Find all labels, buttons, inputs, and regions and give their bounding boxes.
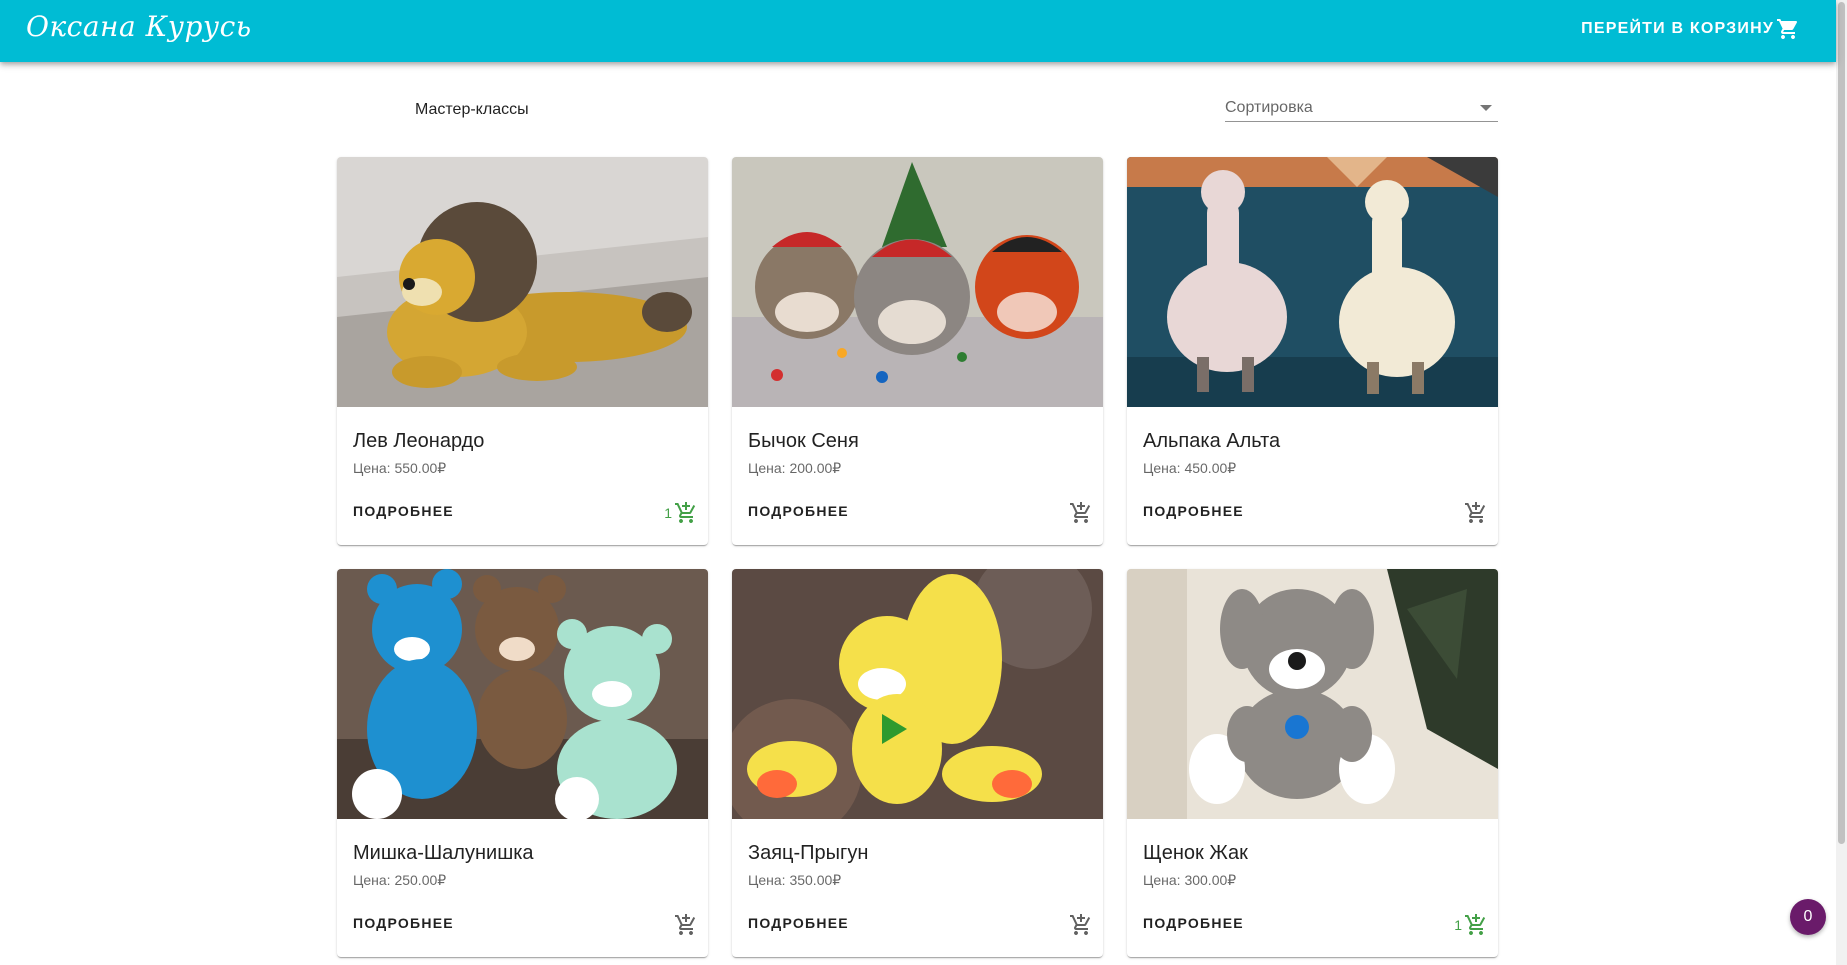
product-image-lion[interactable] (337, 157, 708, 407)
add-shopping-cart-icon (1070, 914, 1091, 935)
product-image-bears[interactable] (337, 569, 708, 819)
sort-select[interactable]: Сортировка (1225, 93, 1498, 122)
site-logo[interactable]: Оксана Курусь (26, 10, 252, 43)
product-card: Заяц-Прыгун Цена: 350.00₽ Подробнее (732, 569, 1103, 957)
go-to-cart-button[interactable]: Перейти в корзину (1581, 17, 1800, 41)
page-scrollbar[interactable] (1836, 0, 1847, 965)
details-button[interactable]: Подробнее (1135, 497, 1252, 525)
add-to-cart-button[interactable]: 1 (664, 501, 698, 525)
product-image-bull[interactable] (732, 157, 1103, 407)
product-title: Альпака Альта (1143, 430, 1281, 452)
product-price: Цена: 550.00₽ (353, 460, 447, 476)
product-image-puppy[interactable] (1127, 569, 1498, 819)
product-card: Щенок Жак Цена: 300.00₽ Подробнее 1 (1127, 569, 1498, 957)
add-shopping-cart-icon (1465, 914, 1486, 935)
product-price: Цена: 450.00₽ (1143, 460, 1237, 476)
details-button[interactable]: Подробнее (345, 909, 462, 937)
scrollbar-thumb[interactable] (1838, 2, 1845, 844)
cart-quantity: 1 (664, 505, 672, 521)
product-title: Заяц-Прыгун (748, 842, 869, 864)
sort-label: Сортировка (1225, 99, 1313, 116)
product-price: Цена: 200.00₽ (748, 460, 842, 476)
product-price: Цена: 350.00₽ (748, 872, 842, 888)
add-to-cart-button[interactable] (1462, 501, 1488, 525)
add-to-cart-button[interactable] (1067, 501, 1093, 525)
details-button[interactable]: Подробнее (345, 497, 462, 525)
add-to-cart-button[interactable] (672, 913, 698, 937)
product-title: Лев Леонардо (353, 430, 485, 452)
dropdown-arrow-icon (1480, 105, 1492, 111)
product-card: Альпака Альта Цена: 450.00₽ Подробнее (1127, 157, 1498, 545)
product-title: Бычок Сеня (748, 430, 859, 452)
product-title: Щенок Жак (1143, 842, 1248, 864)
product-price: Цена: 250.00₽ (353, 872, 447, 888)
category-title: Мастер-классы (415, 101, 529, 118)
add-to-cart-button[interactable] (1067, 913, 1093, 937)
product-title: Мишка-Шалунишка (353, 842, 534, 864)
product-price: Цена: 300.00₽ (1143, 872, 1237, 888)
product-card: Мишка-Шалунишка Цена: 250.00₽ Подробнее (337, 569, 708, 957)
add-to-cart-button[interactable]: 1 (1454, 913, 1488, 937)
product-image-hare[interactable] (732, 569, 1103, 819)
details-button[interactable]: Подробнее (740, 497, 857, 525)
cart-quantity: 1 (1454, 917, 1462, 933)
product-card: Лев Леонардо Цена: 550.00₽ Подробнее 1 (337, 157, 708, 545)
add-shopping-cart-icon (675, 502, 696, 523)
product-card: Бычок Сеня Цена: 200.00₽ Подробнее (732, 157, 1103, 545)
go-to-cart-label: Перейти в корзину (1581, 20, 1774, 37)
app-bar: Оксана Курусь Перейти в корзину (0, 0, 1836, 62)
details-button[interactable]: Подробнее (740, 909, 857, 937)
add-shopping-cart-icon (1070, 502, 1091, 523)
product-image-alpaca[interactable] (1127, 157, 1498, 407)
details-button[interactable]: Подробнее (1135, 909, 1252, 937)
shopping-cart-icon (1777, 19, 1798, 39)
add-shopping-cart-icon (675, 914, 696, 935)
cart-count-badge[interactable]: 0 (1790, 899, 1826, 935)
add-shopping-cart-icon (1465, 502, 1486, 523)
